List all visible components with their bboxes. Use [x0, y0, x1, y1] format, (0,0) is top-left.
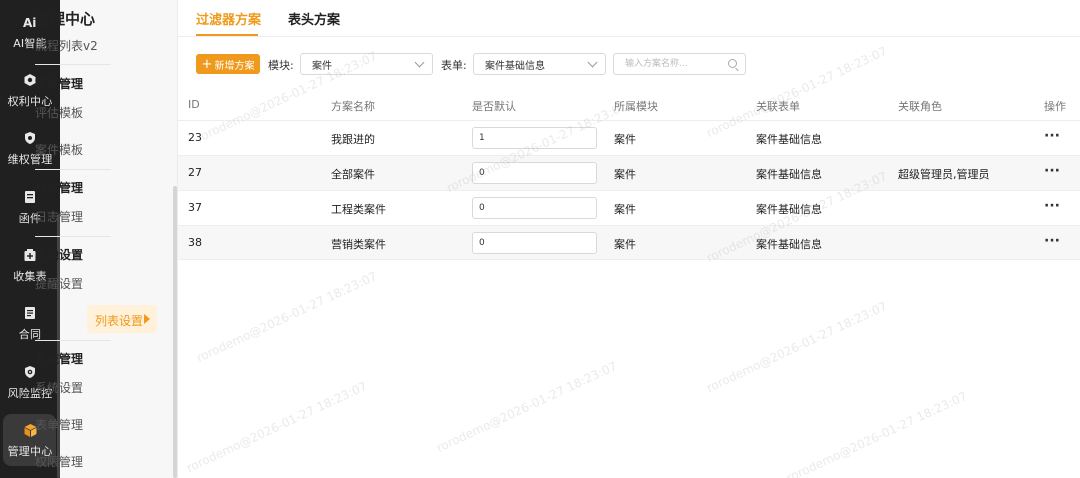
watermark: rorodemo@2026-01-27 18:23:07: [434, 358, 620, 456]
sidebar-item-list-settings-label: 列表设置: [95, 314, 144, 328]
cell-module: 案件: [614, 168, 636, 181]
cell-name: 营销类案件: [331, 238, 386, 251]
sidebar-divider: [35, 340, 111, 341]
cell-form: 案件基础信息: [756, 133, 822, 146]
table-row: 27 全部案件 0 案件 案件基础信息 超级管理员,管理员 ···: [178, 155, 1080, 190]
cell-form: 案件基础信息: [756, 168, 822, 181]
col-name: 方案名称: [331, 100, 375, 113]
table-divider: [178, 259, 1080, 260]
tab-header-scheme[interactable]: 表头方案: [288, 9, 340, 28]
form-select[interactable]: 案件基础信息: [473, 53, 606, 75]
cell-roles: 超级管理员,管理员: [898, 168, 990, 181]
table-header: ID 方案名称 是否默认 所属模块 关联表单 关联角色 操作: [178, 91, 1080, 120]
cell-name: 工程类案件: [331, 203, 386, 216]
col-roles: 关联角色: [898, 100, 942, 113]
default-input[interactable]: 1: [472, 127, 597, 149]
contract-icon: [22, 305, 38, 321]
sidebar-item-process-list[interactable]: 流程列表v2: [35, 37, 98, 54]
chevron-down-icon: [414, 57, 425, 68]
col-actions: 操作: [1044, 100, 1066, 113]
tab-bar: 过滤器方案 表头方案: [178, 0, 1080, 37]
cell-id: 27: [188, 166, 202, 179]
chevron-down-icon: [587, 57, 598, 68]
form-label: 表单:: [441, 59, 467, 72]
sidebar-item-system-settings[interactable]: 系统设置: [35, 379, 83, 396]
form-select-value: 案件基础信息: [485, 60, 545, 72]
scheme-search: [613, 53, 746, 75]
tab-filter-scheme[interactable]: 过滤器方案: [196, 9, 261, 28]
active-tab-indicator: [196, 34, 258, 36]
col-id: ID: [188, 98, 200, 111]
sidebar-group-template: 模板管理: [35, 77, 84, 91]
rail-item-contracts[interactable]: 合同: [0, 305, 60, 342]
cell-form: 案件基础信息: [756, 203, 822, 216]
cell-module: 案件: [614, 203, 636, 216]
more-actions-icon[interactable]: ···: [1044, 128, 1060, 144]
table-row: 23 我跟进的 1 案件 案件基础信息 ···: [178, 120, 1080, 155]
col-form: 关联表单: [756, 100, 800, 113]
sidebar-item-log[interactable]: 日志管理: [35, 208, 83, 225]
module-select[interactable]: 案件: [300, 53, 433, 75]
col-default: 是否默认: [472, 100, 516, 113]
cell-form: 案件基础信息: [756, 238, 822, 251]
sidebar-item-form-manage[interactable]: 表单管理: [35, 416, 83, 433]
sidebar-group-other: 其他设置: [35, 248, 84, 262]
toolbar: + 新增方案 模块: 案件 表单: 案件基础信息: [178, 52, 1080, 76]
col-module: 所属模块: [614, 100, 658, 113]
sidebar-item-permissions[interactable]: 权限管理: [35, 453, 83, 470]
table-row: 38 营销类案件 0 案件 案件基础信息 ···: [178, 225, 1080, 260]
cell-module: 案件: [614, 133, 636, 146]
search-icon[interactable]: [728, 59, 737, 68]
main-panel: 过滤器方案 表头方案 + 新增方案 模块: 案件 表单: 案件基础信息 ID 方…: [177, 0, 1080, 478]
add-scheme-label: 新增方案: [214, 60, 255, 72]
plus-icon: +: [201, 56, 213, 72]
cell-module: 案件: [614, 238, 636, 251]
table-row: 37 工程类案件 0 案件 案件基础信息 ···: [178, 190, 1080, 225]
watermark: rorodemo@2026-01-27 18:23:07: [704, 298, 890, 396]
sidebar-group-log: 日志管理: [35, 181, 84, 195]
cell-name: 全部案件: [331, 168, 375, 181]
module-label: 模块:: [268, 59, 294, 72]
cell-name: 我跟进的: [331, 133, 375, 146]
watermark: rorodemo@2026-01-27 18:23:07: [184, 378, 370, 476]
add-scheme-button[interactable]: + 新增方案: [196, 54, 260, 74]
cell-id: 38: [188, 236, 202, 249]
sidebar-item-case-template[interactable]: 案件模板: [35, 141, 83, 158]
default-input[interactable]: 0: [472, 162, 597, 184]
sidebar-divider: [35, 64, 111, 65]
sidebar-item-eval-template[interactable]: 评估模板: [35, 104, 83, 121]
search-input[interactable]: [625, 54, 725, 74]
sidebar-item-reminder[interactable]: 提醒设置: [35, 275, 83, 292]
watermark: rorodemo@2026-01-27 18:23:07: [194, 268, 380, 366]
sidebar-title: 管理中心: [35, 10, 96, 28]
secondary-sidebar: [60, 0, 177, 478]
module-select-value: 案件: [312, 60, 332, 72]
more-actions-icon[interactable]: ···: [1044, 163, 1060, 179]
default-input[interactable]: 0: [472, 232, 597, 254]
cell-id: 23: [188, 131, 202, 144]
more-actions-icon[interactable]: ···: [1044, 233, 1060, 249]
sidebar-divider: [35, 169, 111, 170]
watermark: rorodemo@2026-01-27 18:23:07: [784, 388, 970, 478]
default-input[interactable]: 0: [472, 197, 597, 219]
more-actions-icon[interactable]: ···: [1044, 198, 1060, 214]
cell-id: 37: [188, 201, 202, 214]
sidebar-group-system: 系统管理: [35, 352, 84, 366]
caret-right-icon: [144, 314, 150, 324]
app-rail: Ai AI智能 权利中心 维权管理 函件 收集表 合同 风险监控 管理中心: [0, 0, 60, 478]
sidebar-divider: [35, 236, 111, 237]
